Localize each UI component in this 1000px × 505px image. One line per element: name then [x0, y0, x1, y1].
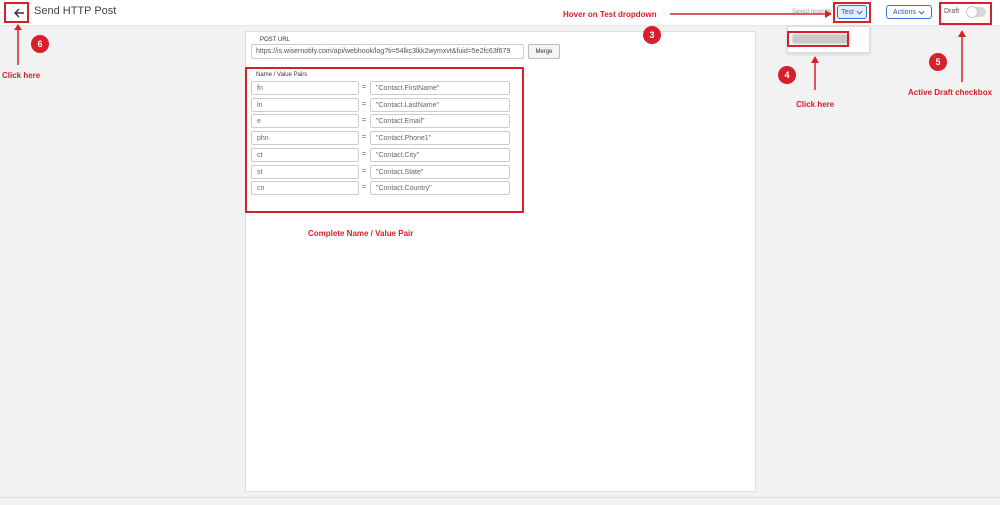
annotation-step-4: 4	[778, 66, 796, 84]
dropdown-item-test-event[interactable]	[792, 34, 850, 44]
equals-sign: =	[362, 168, 367, 175]
pair-name-input[interactable]: cn	[251, 181, 359, 195]
toggle-knob	[966, 6, 978, 18]
equals-sign: =	[362, 84, 367, 91]
top-bar: Send HTTP Post Saved recently Test Actio…	[0, 0, 1000, 26]
chevron-down-icon	[918, 10, 925, 15]
pair-value-input[interactable]: "Contact.Country"	[370, 181, 510, 195]
pair-name-input[interactable]: fn	[251, 81, 359, 95]
chevron-down-icon	[856, 10, 863, 15]
pair-value-input[interactable]: "Contact.City"	[370, 148, 510, 162]
pair-name-input[interactable]: ct	[251, 148, 359, 162]
pair-value-input[interactable]: "Contact.FirstName"	[370, 81, 510, 95]
draft-label: Draft	[944, 8, 960, 15]
pairs-label: Name / Value Pairs	[256, 72, 308, 78]
annotation-text-pairs: Complete Name / Value Pair	[308, 229, 414, 238]
test-button-label: Test	[841, 8, 854, 16]
saved-status: Saved recently	[792, 9, 832, 15]
post-url-input[interactable]: https://is.wisernotify.com/api/webhook/l…	[251, 44, 524, 59]
actions-button-label: Actions	[893, 8, 916, 16]
actions-dropdown-button[interactable]: Actions	[886, 5, 932, 19]
page-title: Send HTTP Post	[34, 5, 117, 17]
merge-button[interactable]: Merge	[528, 44, 560, 59]
equals-sign: =	[362, 101, 367, 108]
pair-value-input[interactable]: "Contact.Phone1"	[370, 131, 510, 145]
post-url-label: POST URL	[260, 37, 290, 43]
annotation-text-5: Active Draft checkbox	[908, 88, 993, 97]
draft-toggle[interactable]	[966, 6, 986, 18]
footer-divider	[0, 497, 1000, 498]
arrow-left-icon	[13, 8, 24, 17]
annotation-text-4: Click here	[796, 100, 835, 109]
pair-name-input[interactable]: e	[251, 114, 359, 128]
equals-sign: =	[362, 117, 367, 124]
back-button[interactable]	[10, 4, 27, 21]
annotation-step-5: 5	[929, 53, 947, 71]
pair-value-input[interactable]: "Contact.State"	[370, 165, 510, 179]
annotation-text-6: Click here	[2, 71, 41, 80]
test-dropdown-menu	[787, 26, 870, 53]
equals-sign: =	[362, 134, 367, 141]
pair-name-input[interactable]: ln	[251, 98, 359, 112]
pair-value-input[interactable]: "Contact.LastName"	[370, 98, 510, 112]
test-dropdown-button[interactable]: Test	[837, 5, 867, 19]
pair-value-input[interactable]: "Contact.Email"	[370, 114, 510, 128]
equals-sign: =	[362, 151, 367, 158]
equals-sign: =	[362, 184, 367, 191]
pair-name-input[interactable]: st	[251, 165, 359, 179]
annotation-text-3: Hover on Test dropdown	[563, 10, 657, 19]
pair-name-input[interactable]: phn	[251, 131, 359, 145]
annotation-step-3: 3	[643, 26, 661, 44]
annotation-step-6: 6	[31, 35, 49, 53]
